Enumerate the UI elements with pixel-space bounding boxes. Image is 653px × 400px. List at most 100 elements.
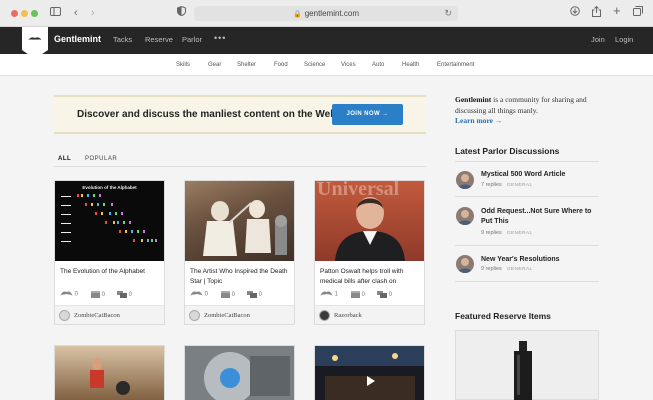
shield-icon[interactable] xyxy=(177,5,186,20)
post-thumbnail[interactable] xyxy=(185,181,294,261)
tab-divider xyxy=(54,166,426,167)
post-title[interactable]: The Artist Who Inspired the Death Star |… xyxy=(190,267,290,286)
discussion-tag[interactable]: GENERAL xyxy=(507,183,533,188)
tabs-overview-icon[interactable] xyxy=(633,6,643,20)
post-card[interactable]: The Artist Who Inspired the Death Star |… xyxy=(184,180,295,325)
category-bar xyxy=(0,54,653,76)
post-thumbnail[interactable]: Evolution of the Alphabet xyxy=(55,181,164,261)
post-thumbnail[interactable] xyxy=(55,346,165,400)
post-author-bar[interactable]: Razorback xyxy=(315,305,424,324)
reply-count: 9 replies xyxy=(481,230,502,236)
comment-icon xyxy=(117,291,127,298)
discussion-tag[interactable]: GENERAL xyxy=(507,267,533,272)
post-thumbnail[interactable]: Universal xyxy=(315,181,424,261)
category-gear[interactable]: Gear xyxy=(208,62,221,68)
featured-heading: Featured Reserve Items xyxy=(455,311,551,321)
author-name[interactable]: ZombieCatBacon xyxy=(74,312,120,319)
parlor-heading: Latest Parlor Discussions xyxy=(455,146,560,156)
divider xyxy=(455,245,599,246)
post-card[interactable] xyxy=(184,345,295,400)
discussion-meta: 9 replies GENERAL xyxy=(481,230,533,236)
save-count[interactable]: 0 xyxy=(351,291,365,298)
category-vices[interactable]: Vices xyxy=(341,62,356,68)
category-food[interactable]: Food xyxy=(274,62,288,68)
mustache-icon xyxy=(60,291,73,296)
more-menu-button[interactable]: ••• xyxy=(214,33,226,43)
avatar[interactable] xyxy=(456,255,474,273)
discussion-title[interactable]: Odd Request...Not Sure Where to Put This xyxy=(481,207,601,227)
discussion-tag[interactable]: GENERAL xyxy=(507,231,533,236)
browser-toolbar: ‹ › 🔒 gentlemint.com ↻ + xyxy=(0,0,653,27)
category-entertainment[interactable]: Entertainment xyxy=(437,62,474,68)
discussion-title[interactable]: New Year's Resolutions xyxy=(481,255,601,265)
brand-name[interactable]: Gentlemint xyxy=(54,34,101,44)
avatar[interactable] xyxy=(456,207,474,225)
share-icon[interactable] xyxy=(592,5,601,21)
close-window-button[interactable] xyxy=(11,10,18,17)
author-name[interactable]: ZombieCatBacon xyxy=(204,312,250,319)
alphabet-chart-graphic xyxy=(61,194,157,242)
post-author-bar[interactable]: ZombieCatBacon xyxy=(185,305,294,324)
avatar[interactable] xyxy=(59,310,70,321)
comment-count[interactable]: 0 xyxy=(117,291,132,298)
save-count[interactable]: 0 xyxy=(91,291,105,298)
post-title[interactable]: Patton Oswalt helps troll with medical b… xyxy=(320,267,420,286)
category-shelter[interactable]: Shelter xyxy=(237,62,256,68)
post-card[interactable] xyxy=(54,345,165,400)
post-card[interactable] xyxy=(314,345,425,400)
like-count[interactable]: 0 xyxy=(190,291,208,298)
learn-more-link[interactable]: Learn more → xyxy=(455,116,502,125)
reply-count: 9 replies xyxy=(481,266,502,272)
discussion-title[interactable]: Mystical 500 Word Article xyxy=(481,170,601,180)
avatar[interactable] xyxy=(319,310,330,321)
post-title[interactable]: The Evolution of the Alphabet xyxy=(60,267,160,277)
like-count[interactable]: 0 xyxy=(60,291,78,298)
zoom-window-button[interactable] xyxy=(31,10,38,17)
featured-item-image[interactable] xyxy=(455,330,599,400)
mustache-icon xyxy=(190,291,203,296)
discussion-meta: 9 replies GENERAL xyxy=(481,266,533,272)
nav-reserve[interactable]: Reserve xyxy=(145,35,173,44)
back-icon[interactable]: ‹ xyxy=(74,6,78,20)
category-health[interactable]: Health xyxy=(402,62,419,68)
download-icon[interactable] xyxy=(570,6,580,20)
new-tab-icon[interactable]: + xyxy=(613,4,621,18)
divider xyxy=(455,196,599,197)
hero-text: Discover and discuss the manliest conten… xyxy=(77,109,337,120)
about-brand: Gentlemint xyxy=(455,95,492,104)
url-text: gentlemint.com xyxy=(304,9,359,18)
minimize-window-button[interactable] xyxy=(21,10,28,17)
category-science[interactable]: Science xyxy=(304,62,325,68)
post-thumbnail[interactable] xyxy=(185,346,295,400)
sidebar-icon[interactable] xyxy=(50,6,61,20)
like-count[interactable]: 1 xyxy=(320,291,338,298)
post-stats: 0 0 0 xyxy=(190,291,290,301)
avatar[interactable] xyxy=(189,310,200,321)
nav-parlor[interactable]: Parlor xyxy=(182,35,202,44)
comment-count[interactable]: 0 xyxy=(247,291,262,298)
forward-icon[interactable]: › xyxy=(91,6,95,20)
divider xyxy=(455,281,599,282)
author-name[interactable]: Razorback xyxy=(334,312,362,319)
join-link[interactable]: Join xyxy=(591,35,605,44)
category-auto[interactable]: Auto xyxy=(372,62,384,68)
tab-popular[interactable]: POPULAR xyxy=(85,156,117,162)
box-icon xyxy=(91,291,100,298)
tab-all[interactable]: ALL xyxy=(58,156,71,162)
comment-count[interactable]: 0 xyxy=(377,291,392,298)
join-now-button[interactable]: JOIN NOW → xyxy=(332,104,403,125)
reload-icon[interactable]: ↻ xyxy=(444,6,452,21)
avatar[interactable] xyxy=(456,171,474,189)
post-card[interactable]: Evolution of the Alphabet The Evolution … xyxy=(54,180,165,325)
post-thumbnail[interactable] xyxy=(315,346,425,400)
post-card[interactable]: Universal Patton Oswalt helps troll with… xyxy=(314,180,425,325)
box-icon xyxy=(351,291,360,298)
divider xyxy=(455,161,599,162)
person-photo xyxy=(335,197,405,261)
login-link[interactable]: Login xyxy=(615,35,633,44)
post-author-bar[interactable]: ZombieCatBacon xyxy=(55,305,164,324)
address-bar[interactable]: 🔒 gentlemint.com ↻ xyxy=(194,6,458,21)
nav-tacks[interactable]: Tacks xyxy=(113,35,132,44)
category-skills[interactable]: Skills xyxy=(176,62,190,68)
save-count[interactable]: 0 xyxy=(221,291,235,298)
